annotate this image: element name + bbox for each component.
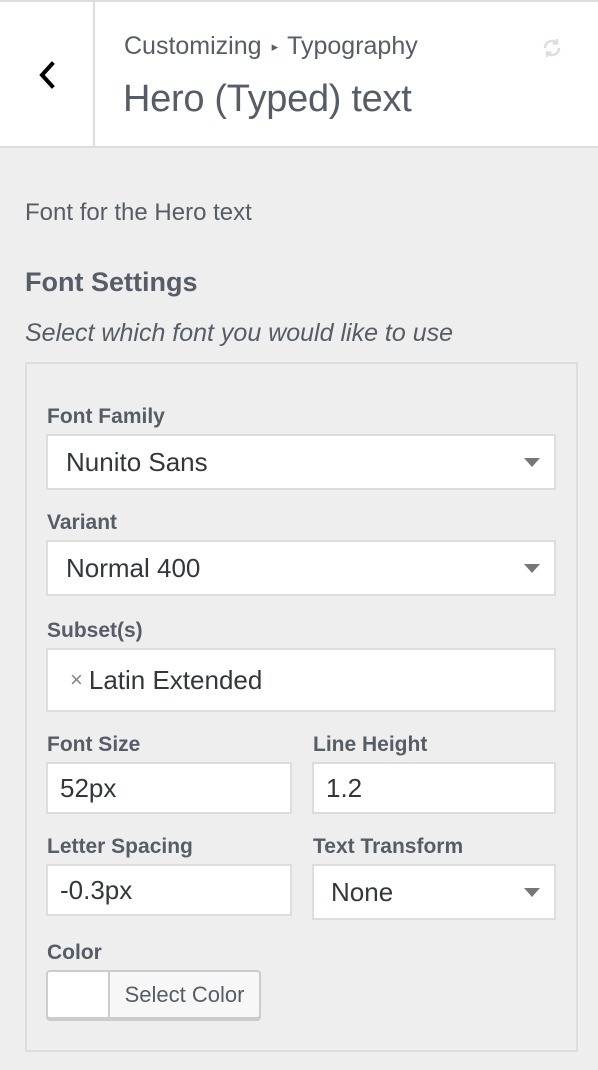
back-button[interactable] — [0, 2, 95, 148]
breadcrumb-root: Customizing — [124, 32, 262, 60]
remove-tag-icon[interactable]: × — [70, 667, 83, 693]
customizer-header: Customizing ▸ Typography Hero (Typed) te… — [0, 0, 598, 148]
breadcrumb-separator-icon: ▸ — [271, 38, 279, 54]
font-size-label: Font Size — [47, 733, 141, 756]
font-family-select[interactable]: Nunito Sans — [46, 434, 556, 490]
color-label: Color — [47, 941, 102, 964]
variant-value: Normal 400 — [66, 552, 201, 583]
letter-spacing-label: Letter Spacing — [47, 835, 193, 858]
text-transform-value: None — [331, 876, 394, 907]
variant-select[interactable]: Normal 400 — [46, 540, 556, 596]
control-subtitle: Select which font you would like to use — [25, 319, 454, 347]
select-color-button[interactable]: Select Color — [46, 970, 261, 1019]
text-transform-select[interactable]: None — [312, 864, 556, 920]
variant-label: Variant — [47, 511, 118, 534]
section-title: Hero (Typed) text — [123, 78, 412, 120]
font-family-label: Font Family — [47, 405, 165, 428]
line-height-label: Line Height — [313, 733, 428, 756]
breadcrumb-current: Typography — [287, 32, 418, 60]
control-description: Font for the Hero text — [25, 199, 252, 226]
refresh-icon — [543, 39, 561, 57]
letter-spacing-value: -0.3px — [60, 874, 133, 905]
caret-down-icon — [524, 888, 540, 897]
caret-down-icon — [524, 458, 540, 467]
subsets-label: Subset(s) — [47, 619, 143, 642]
line-height-input[interactable]: 1.2 — [312, 762, 556, 814]
text-transform-label: Text Transform — [313, 835, 464, 858]
control-title: Font Settings — [25, 267, 198, 297]
chevron-left-icon — [38, 61, 55, 89]
select-color-label: Select Color — [124, 981, 245, 1007]
font-family-value: Nunito Sans — [66, 446, 208, 477]
color-swatch — [48, 972, 110, 1017]
font-size-input[interactable]: 52px — [46, 762, 292, 814]
letter-spacing-input[interactable]: -0.3px — [46, 864, 292, 916]
subset-tag: Latin Extended — [88, 664, 263, 695]
font-size-value: 52px — [60, 772, 117, 803]
subsets-multiselect[interactable]: × Latin Extended — [46, 648, 556, 712]
line-height-value: 1.2 — [326, 772, 363, 803]
breadcrumb: Customizing ▸ Typography — [124, 32, 418, 61]
caret-down-icon — [524, 564, 540, 573]
